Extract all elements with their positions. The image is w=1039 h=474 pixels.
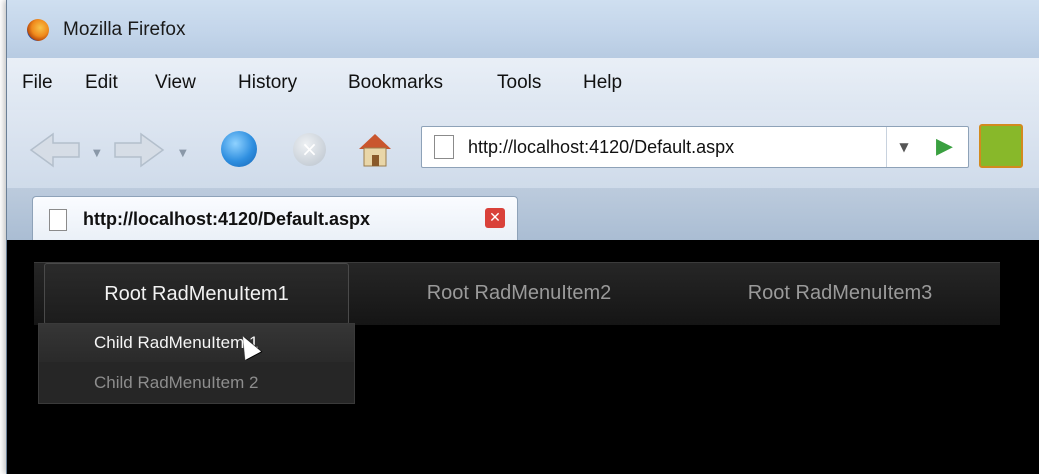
title-bar: Mozilla Firefox bbox=[7, 0, 1039, 58]
menu-tools[interactable]: Tools bbox=[497, 72, 541, 94]
tab-title: http://localhost:4120/Default.aspx bbox=[83, 209, 371, 229]
tab-bar: http://localhost:4120/Default.aspx ✕ bbox=[7, 188, 1039, 241]
back-icon[interactable] bbox=[29, 132, 81, 168]
menu-file[interactable]: File bbox=[22, 72, 53, 94]
home-icon[interactable] bbox=[355, 129, 395, 169]
child-menu-item-1[interactable]: Child RadMenuItem 1 bbox=[39, 324, 354, 362]
menu-bar: File Edit View History Bookmarks Tools H… bbox=[7, 58, 1039, 110]
tab-default-aspx[interactable]: http://localhost:4120/Default.aspx ✕ bbox=[32, 196, 518, 241]
window-title: Mozilla Firefox bbox=[63, 19, 186, 40]
forward-icon[interactable] bbox=[113, 132, 165, 168]
go-icon[interactable]: ▶ bbox=[922, 127, 967, 167]
menu-view[interactable]: View bbox=[155, 72, 196, 94]
page-icon bbox=[434, 135, 454, 159]
forward-history-chevron-down-icon[interactable]: ▼ bbox=[179, 148, 187, 159]
navigation-toolbar: ▼ ▼ × http://localhost:4120/Default.aspx… bbox=[7, 110, 1039, 189]
url-bar[interactable]: http://localhost:4120/Default.aspx ▼ ▶ bbox=[421, 126, 969, 168]
reload-icon[interactable] bbox=[221, 131, 257, 167]
root-menu-item-3[interactable]: Root RadMenuItem3 bbox=[690, 263, 990, 323]
menu-edit[interactable]: Edit bbox=[85, 72, 118, 94]
menu-bookmarks[interactable]: Bookmarks bbox=[348, 72, 443, 94]
menu-history[interactable]: History bbox=[238, 72, 297, 94]
root-menu-item-2[interactable]: Root RadMenuItem2 bbox=[369, 263, 669, 323]
addon-icon[interactable] bbox=[979, 124, 1023, 168]
submenu-dropdown: Child RadMenuItem 1 Child RadMenuItem 2 bbox=[38, 323, 355, 404]
page-content: Root RadMenuItem1 Root RadMenuItem2 Root… bbox=[7, 240, 1039, 474]
firefox-logo-icon bbox=[27, 19, 49, 41]
tab-close-icon[interactable]: ✕ bbox=[485, 208, 505, 228]
url-text[interactable]: http://localhost:4120/Default.aspx bbox=[468, 137, 734, 158]
stop-icon[interactable]: × bbox=[293, 133, 326, 166]
menu-help[interactable]: Help bbox=[583, 72, 622, 94]
rad-menu: Root RadMenuItem1 Root RadMenuItem2 Root… bbox=[34, 262, 1000, 325]
root-menu-item-1[interactable]: Root RadMenuItem1 bbox=[44, 263, 349, 325]
browser-window: Mozilla Firefox File Edit View History B… bbox=[6, 0, 1039, 474]
tab-page-icon bbox=[49, 209, 67, 231]
url-history-chevron-down-icon[interactable]: ▼ bbox=[886, 127, 921, 167]
back-history-chevron-down-icon[interactable]: ▼ bbox=[93, 148, 101, 159]
child-menu-item-2[interactable]: Child RadMenuItem 2 bbox=[39, 364, 354, 402]
